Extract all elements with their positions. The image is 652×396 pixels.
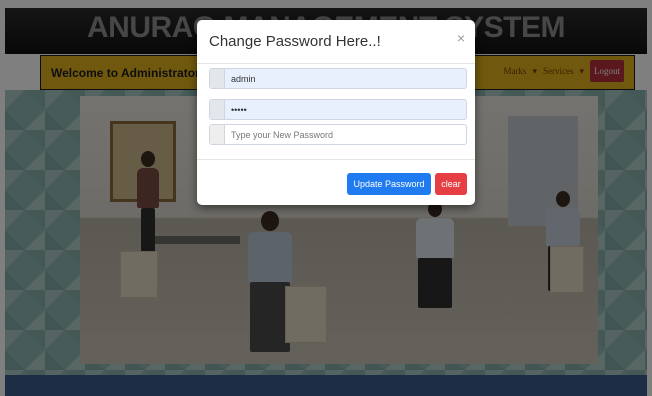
change-password-modal: Change Password Here..! × Update Passwor… xyxy=(197,20,475,205)
lock-icon xyxy=(210,100,225,119)
lock-icon xyxy=(210,125,225,144)
modal-title: Change Password Here..! xyxy=(209,33,381,50)
close-icon[interactable]: × xyxy=(457,30,465,46)
clear-button[interactable]: clear xyxy=(435,173,467,195)
modal-header: Change Password Here..! × xyxy=(197,20,475,64)
old-password-field xyxy=(209,99,467,120)
new-password-field xyxy=(209,124,467,145)
username-input[interactable] xyxy=(225,69,461,88)
username-field xyxy=(209,68,467,89)
modal-footer: Update Password clear xyxy=(197,159,475,205)
update-password-button[interactable]: Update Password xyxy=(347,173,431,195)
user-icon xyxy=(210,69,225,88)
old-password-input[interactable] xyxy=(225,100,461,119)
page: ANURAG MANAGEMENT SYSTEM Welcome to Admi… xyxy=(0,0,652,396)
new-password-input[interactable] xyxy=(225,125,461,144)
